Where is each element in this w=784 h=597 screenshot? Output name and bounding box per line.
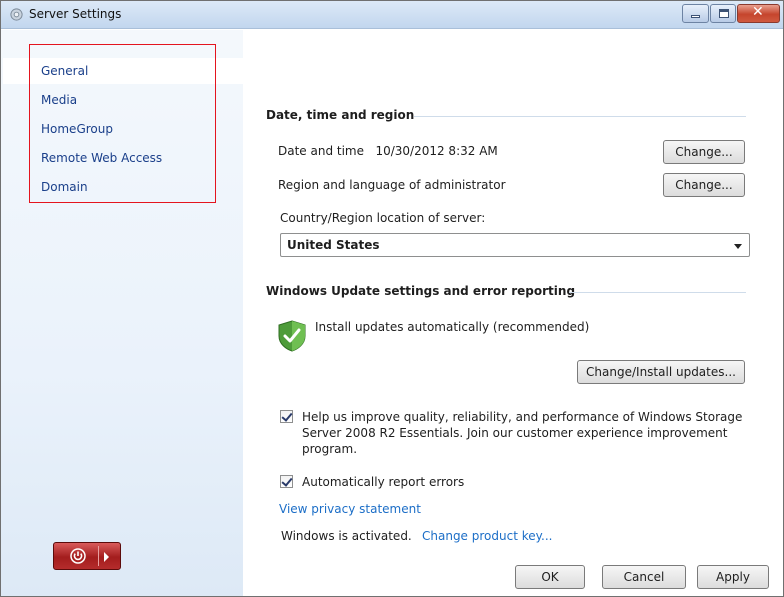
report-errors-label: Automatically report errors [302, 475, 465, 489]
maximize-button[interactable] [710, 4, 736, 23]
arrow-right-icon[interactable] [104, 552, 109, 562]
change-product-key-link[interactable]: Change product key... [422, 529, 552, 543]
minimize-button[interactable] [682, 4, 709, 23]
activation-status-text: Windows is activated. [281, 529, 412, 543]
power-icon [70, 548, 86, 564]
window-title: Server Settings [29, 7, 122, 21]
report-errors-checkbox[interactable] [280, 475, 293, 488]
cancel-button[interactable]: Cancel [602, 565, 686, 589]
change-install-updates-button[interactable]: Change/Install updates... [577, 360, 745, 384]
ceip-label: Help us improve quality, reliability, an… [302, 410, 743, 456]
sidebar: General Media HomeGroup Remote Web Acces… [1, 30, 243, 596]
server-settings-window: Server Settings ✕ General Media HomeGrou… [0, 0, 784, 597]
update-status-text: Install updates automatically (recommend… [315, 320, 590, 334]
change-region-button[interactable]: Change... [663, 173, 745, 197]
country-region-value: United States [287, 238, 380, 252]
ceip-checkbox[interactable] [280, 410, 293, 423]
date-section-title: Date, time and region [266, 108, 415, 122]
update-section-title: Windows Update settings and error report… [266, 284, 576, 298]
date-time-value: 10/30/2012 8:32 AM [375, 144, 498, 158]
maximize-icon [719, 9, 729, 18]
settings-content: Date, time and region Date and time 10/3… [244, 30, 783, 596]
section-divider [569, 292, 746, 293]
date-time-label: Date and time 10/30/2012 8:32 AM [278, 144, 498, 158]
date-time-label-text: Date and time [278, 144, 364, 158]
chevron-down-icon [734, 244, 742, 249]
close-icon: ✕ [752, 4, 764, 20]
country-region-label: Country/Region location of server: [280, 211, 486, 225]
change-date-time-button[interactable]: Change... [663, 140, 745, 164]
country-region-select[interactable]: United States [280, 233, 750, 257]
apply-button[interactable]: Apply [697, 565, 769, 589]
settings-gear-icon [10, 8, 23, 21]
close-button[interactable]: ✕ [737, 4, 780, 23]
highlight-box [29, 44, 216, 203]
region-language-label: Region and language of administrator [278, 178, 506, 192]
power-button-separator [98, 546, 99, 566]
power-button[interactable] [53, 542, 121, 570]
section-divider [414, 116, 746, 117]
minimize-icon [691, 15, 700, 18]
ceip-checkbox-row[interactable]: Help us improve quality, reliability, an… [280, 409, 750, 459]
title-bar[interactable]: Server Settings ✕ [1, 1, 783, 29]
report-errors-checkbox-row[interactable]: Automatically report errors [280, 474, 580, 492]
shield-check-icon [278, 320, 306, 352]
privacy-statement-link[interactable]: View privacy statement [279, 502, 421, 516]
ok-button[interactable]: OK [515, 565, 585, 589]
